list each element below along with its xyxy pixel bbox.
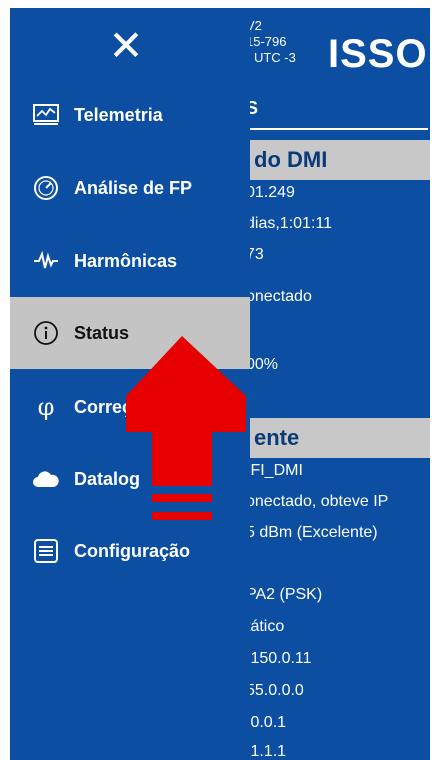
status-value: dias,1:01:11 [246, 215, 332, 232]
gauge-icon [32, 174, 60, 202]
menu-item-label: Análise de FP [74, 177, 193, 198]
status-value: 5 dBm (Excelente) [246, 524, 378, 541]
menu-item-telemetria[interactable]: Telemetria [10, 92, 250, 138]
status-value: PA2 (PSK) [246, 586, 323, 603]
status-value: onectado [246, 288, 312, 305]
status-value: .1.1.1 [246, 743, 287, 760]
section-title-dmi: do DMI [246, 140, 430, 180]
close-menu-button[interactable]: ✕ [106, 25, 146, 67]
device-version: V2 [246, 18, 262, 33]
menu-item-label: Configuração [74, 540, 191, 561]
status-value: tático [246, 618, 285, 635]
app-logo: ISSO [328, 32, 428, 76]
settings-list-icon [32, 537, 60, 565]
swipe-up-arrow-icon [126, 336, 246, 520]
status-value: 01.249 [246, 184, 295, 201]
chart-icon [32, 101, 60, 129]
status-value: 55.0.0.0 [246, 682, 304, 699]
menu-item-label: Harmônicas [74, 250, 178, 271]
section-title-ambiente: ente [246, 418, 430, 458]
cloud-icon [32, 465, 60, 493]
menu-item-harmonicas[interactable]: Harmônicas [10, 238, 250, 284]
app-screen: V2 15-796 - UTC -3 ISSO S do DMI 01.249 … [10, 8, 430, 760]
menu-item-label: Telemetria [74, 104, 163, 125]
info-icon [32, 319, 60, 347]
tab-underline [250, 128, 428, 130]
status-value: .150.0.11 [246, 650, 312, 667]
status-value: .0.0.1 [246, 714, 287, 731]
menu-item-label: Status [74, 322, 130, 343]
menu-item-analise-fp[interactable]: Análise de FP [10, 165, 250, 211]
phi-icon: φ [37, 393, 55, 421]
status-value: onectado, obteve IP [246, 493, 389, 510]
device-info: V2 15-796 - UTC -3 [246, 18, 296, 66]
menu-item-configuracao[interactable]: Configuração [10, 528, 250, 574]
device-serial: 15-796 [246, 34, 287, 49]
device-timezone: - UTC -3 [246, 50, 296, 65]
waveform-icon [32, 247, 60, 275]
